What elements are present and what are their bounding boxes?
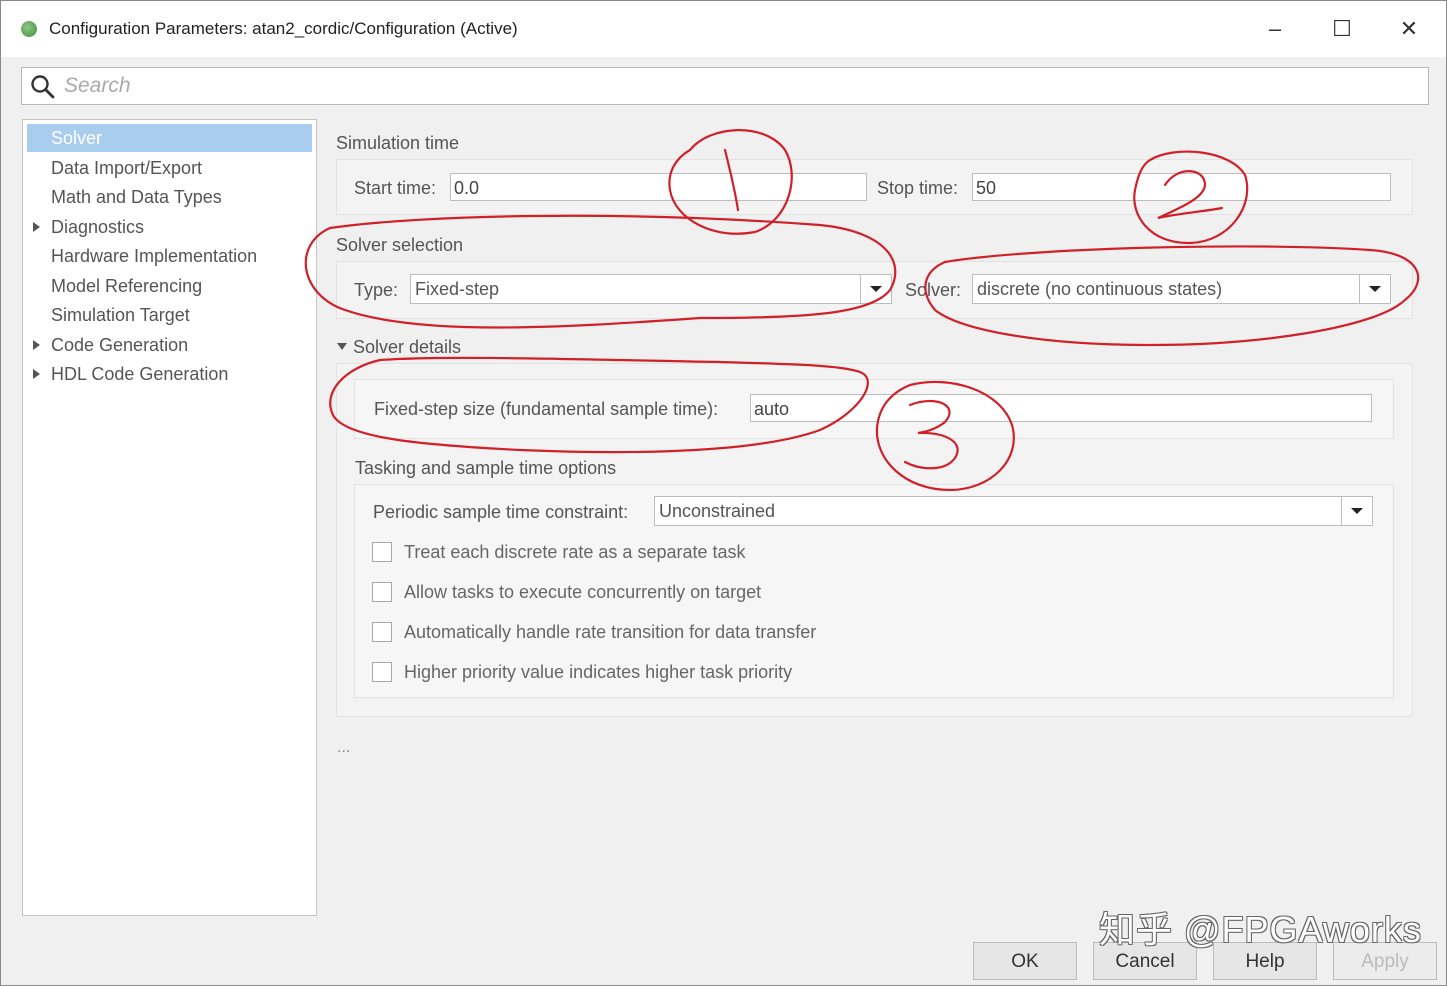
sidebar-item-label: Simulation Target: [51, 305, 190, 325]
solver-type-value: Fixed-step: [415, 279, 500, 299]
sidebar-item-code-generation[interactable]: Code Generation: [27, 331, 312, 359]
separate-task-label: Treat each discrete rate as a separate t…: [404, 542, 746, 562]
sidebar-item-data-import-export[interactable]: Data Import/Export: [27, 154, 312, 182]
fixed-step-size-label: Fixed-step size (fundamental sample time…: [374, 399, 719, 419]
sidebar-item-hardware-implementation[interactable]: Hardware Implementation: [27, 242, 312, 270]
periodic-constraint-value: Unconstrained: [659, 501, 776, 521]
chevron-down-icon[interactable]: [1341, 497, 1372, 525]
sidebar-item-solver[interactable]: Solver: [27, 124, 312, 152]
concurrent-tasks-label: Allow tasks to execute concurrently on t…: [404, 582, 762, 602]
minimize-button[interactable]: –: [1259, 13, 1291, 45]
section-title-simulation-time: Simulation time: [336, 133, 460, 153]
stop-time-label: Stop time:: [877, 178, 959, 198]
rate-transition-label: Automatically handle rate transition for…: [404, 622, 817, 642]
sidebar-item-model-referencing[interactable]: Model Referencing: [27, 272, 312, 300]
sidebar-item-simulation-target[interactable]: Simulation Target: [27, 301, 312, 329]
sidebar-item-label: Model Referencing: [51, 276, 203, 296]
simulink-app-icon: [21, 21, 37, 37]
solver-dropdown[interactable]: discrete (no continuous states): [972, 274, 1391, 304]
periodic-constraint-label: Periodic sample time constraint:: [373, 502, 629, 522]
stop-time-field[interactable]: 50: [972, 173, 1391, 201]
sidebar-item-label: Diagnostics: [51, 217, 145, 237]
section-title-solver-selection: Solver selection: [336, 235, 464, 255]
sidebar-item-label: Math and Data Types: [51, 187, 222, 207]
section-title-solver-details[interactable]: Solver details: [353, 337, 461, 358]
priority-label: Higher priority value indicates higher t…: [404, 662, 793, 682]
priority-checkbox[interactable]: [372, 662, 392, 682]
search-input[interactable]: [62, 70, 1426, 102]
config-dialog: Configuration Parameters: atan2_cordic/C…: [0, 0, 1447, 986]
start-time-label: Start time:: [354, 178, 437, 198]
solver-type-dropdown[interactable]: Fixed-step: [410, 274, 892, 304]
more-options-indicator[interactable]: ...: [337, 739, 350, 757]
rate-transition-checkbox[interactable]: [372, 622, 392, 642]
sidebar-item-label: Code Generation: [51, 335, 189, 355]
ok-button[interactable]: OK: [973, 942, 1077, 980]
watermark: 知乎 @FPGAworks: [1099, 909, 1422, 950]
title-bar: Configuration Parameters: atan2_cordic/C…: [1, 1, 1446, 57]
expand-arrow-icon[interactable]: [33, 369, 40, 379]
sidebar-item-label: Hardware Implementation: [51, 246, 258, 266]
category-tree: Solver Data Import/Export Math and Data …: [22, 119, 317, 916]
maximize-button[interactable]: ☐: [1326, 13, 1358, 45]
separate-task-checkbox[interactable]: [372, 542, 392, 562]
search-bar: [21, 67, 1429, 105]
collapse-solver-details-icon[interactable]: [337, 343, 347, 350]
solver-pane: Simulation time Start time: 0.0 Stop tim…: [319, 119, 1429, 914]
search-icon: [31, 75, 55, 99]
section-title-tasking: Tasking and sample time options: [355, 458, 617, 478]
chevron-down-icon[interactable]: [860, 275, 891, 303]
sidebar-item-diagnostics[interactable]: Diagnostics: [27, 213, 312, 241]
sidebar-item-label: Solver: [51, 128, 103, 148]
expand-arrow-icon[interactable]: [33, 340, 40, 350]
start-time-field[interactable]: 0.0: [450, 173, 867, 201]
periodic-constraint-dropdown[interactable]: Unconstrained: [654, 496, 1373, 526]
window-title: Configuration Parameters: atan2_cordic/C…: [49, 19, 518, 38]
solver-label: Solver:: [905, 280, 962, 300]
fixed-step-size-field[interactable]: auto: [750, 394, 1372, 422]
chevron-down-icon[interactable]: [1359, 275, 1390, 303]
sidebar-item-hdl-code-generation[interactable]: HDL Code Generation: [27, 360, 312, 388]
sidebar-item-label: HDL Code Generation: [51, 364, 229, 384]
concurrent-tasks-checkbox[interactable]: [372, 582, 392, 602]
sidebar-item-math-and-data-types[interactable]: Math and Data Types: [27, 183, 312, 211]
close-button[interactable]: ✕: [1393, 13, 1425, 45]
sidebar-item-label: Data Import/Export: [51, 158, 203, 178]
solver-value: discrete (no continuous states): [977, 279, 1223, 299]
solver-type-label: Type:: [354, 280, 399, 300]
expand-arrow-icon[interactable]: [33, 222, 40, 232]
